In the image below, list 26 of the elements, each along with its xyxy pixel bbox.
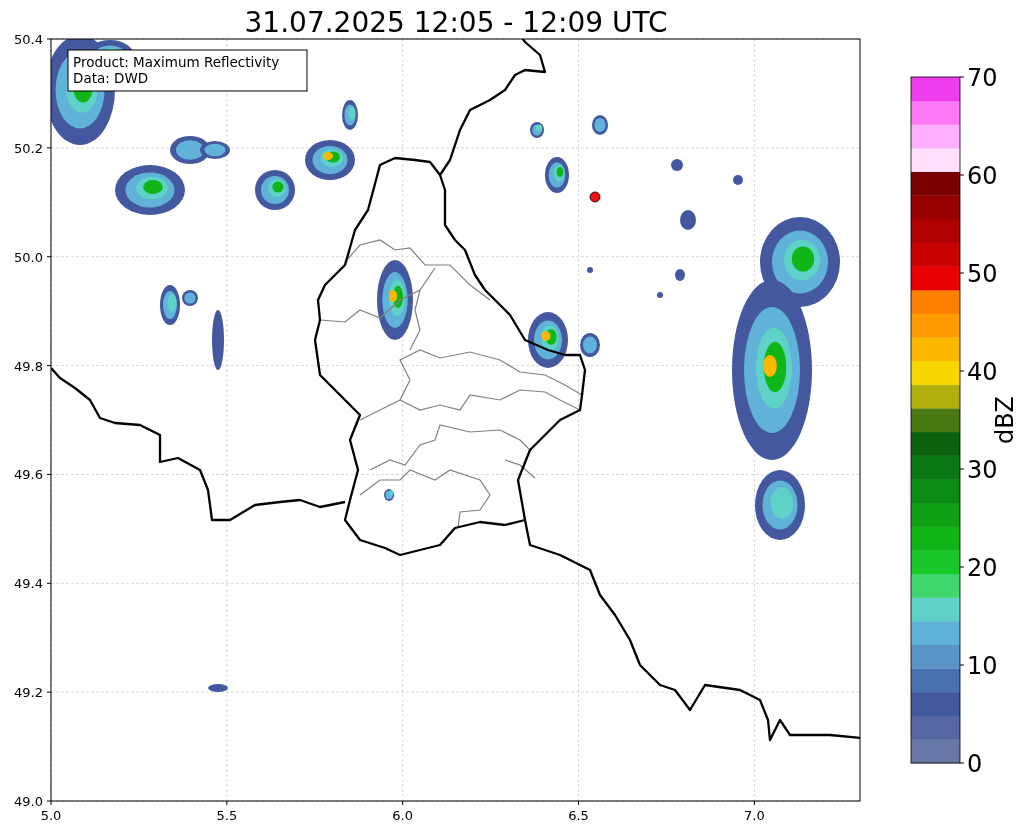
x-tick-label: 6.0: [392, 808, 414, 823]
colorbar-tick-label: 40: [967, 358, 998, 386]
x-tick-label: 5.0: [40, 808, 62, 823]
colorbar-tick-label: 70: [967, 64, 998, 92]
y-tick-label: 49.2: [14, 685, 43, 701]
colorbar-tick-label: 30: [967, 456, 998, 484]
y-tick-label: 49.8: [14, 358, 43, 374]
colorbar-tick-label: 60: [967, 162, 998, 190]
y-tick-label: 49.6: [14, 467, 43, 483]
legend-text: Data: DWD: [73, 70, 149, 86]
colorbar-tick-label: 10: [967, 652, 998, 680]
x-tick-label: 6.5: [568, 808, 589, 823]
y-tick-label: 49.4: [14, 576, 43, 592]
x-tick-label: 7.0: [744, 808, 765, 823]
colorbar-tick-label: 50: [967, 260, 998, 288]
y-tick-label: 49.0: [14, 794, 43, 809]
x-tick-label: 5.5: [216, 808, 238, 823]
colorbar-tick-label: 0: [967, 750, 983, 778]
chart-title: 31.07.2025 12:05 - 12:09 UTC: [244, 6, 668, 39]
colorbar-label: dBZ: [991, 395, 1019, 445]
y-tick-label: 50.2: [14, 140, 43, 156]
location-marker: [589, 191, 601, 203]
y-tick-label: 50.0: [14, 249, 43, 265]
legend-text: Product: Maximum Reflectivity: [73, 54, 280, 70]
y-tick-label: 50.4: [14, 32, 43, 47]
colorbar-tick-label: 20: [967, 554, 998, 582]
